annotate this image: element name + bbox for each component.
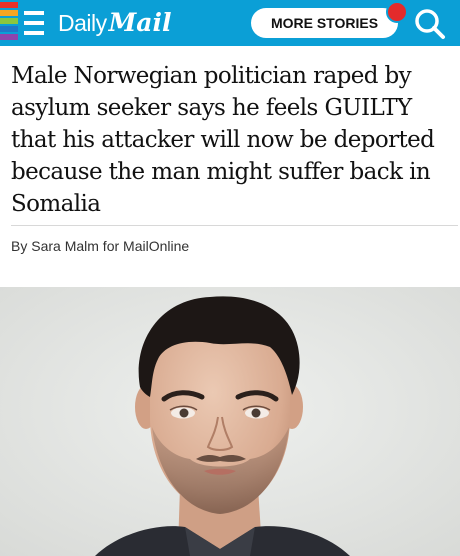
menu-stripe-orange [0,10,18,16]
menu-stripe-purple [0,34,18,40]
menu-button[interactable] [0,0,52,46]
logo-mail-text: Mail [108,8,172,37]
search-button[interactable] [412,6,448,42]
headline-divider [11,225,458,226]
notification-dot [386,1,408,23]
more-stories-button[interactable]: MORE STORIES [251,8,398,38]
menu-icon [24,11,44,35]
search-icon [415,9,445,39]
menu-stripe-green [0,18,18,24]
daily-mail-logo[interactable]: DailyMail [58,7,172,39]
portrait-image [0,287,460,556]
menu-stripe-red [0,2,18,8]
menu-stripe-blue [0,26,18,32]
article-photo[interactable] [0,287,460,556]
article-headline[interactable]: Male Norwegian politician raped by asylu… [11,60,451,220]
article-byline: By Sara Malm for MailOnline [11,238,190,254]
site-header: DailyMail MORE STORIES [0,0,460,46]
logo-daily-text: Daily [58,10,107,36]
